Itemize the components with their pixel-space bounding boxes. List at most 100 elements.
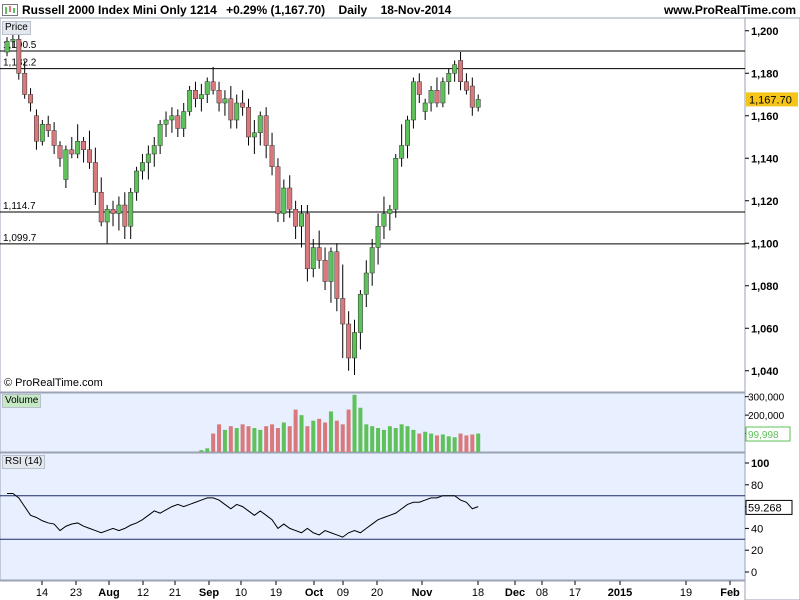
candle-body	[145, 153, 151, 163]
candle-body	[45, 124, 51, 131]
volume-bar	[399, 424, 404, 452]
candle-body	[134, 170, 140, 193]
rsi-tick-label: 40	[751, 523, 763, 535]
candle-body	[98, 192, 104, 223]
candle-body	[334, 251, 340, 299]
candle-body	[281, 187, 287, 214]
x-tick-label: 2015	[608, 587, 632, 599]
candle-body	[234, 102, 240, 121]
candle-body	[387, 209, 393, 214]
x-tick-label: 12	[137, 587, 149, 599]
candle-body	[204, 81, 210, 95]
volume-bar	[423, 431, 428, 452]
candle-body	[287, 187, 293, 210]
candle-body	[399, 145, 405, 159]
candle-body	[63, 149, 69, 180]
candle-body	[434, 90, 440, 104]
volume-bar	[393, 428, 398, 452]
x-tick-label: Feb	[720, 587, 740, 599]
volume-tick-label: 200,000	[748, 411, 785, 422]
candle-body	[357, 294, 363, 333]
x-tick-label: 19	[680, 587, 692, 599]
candle-body	[463, 81, 469, 91]
volume-bar	[470, 434, 475, 452]
candle-body	[10, 39, 16, 42]
candle-body	[51, 130, 57, 146]
candle-body	[269, 145, 275, 167]
chart-type-icon[interactable]	[2, 4, 18, 16]
volume-bar	[376, 428, 381, 452]
candle-body	[322, 260, 328, 282]
price-change: +0.29% (1,167.70)	[226, 3, 326, 17]
x-tick-label: 23	[70, 587, 82, 599]
volume-bar	[364, 424, 369, 452]
candle-body	[157, 124, 163, 146]
volume-bar	[293, 409, 298, 452]
candle-body	[328, 251, 334, 282]
x-tick-label: 10	[235, 587, 247, 599]
candle-body	[440, 81, 446, 104]
price-tick-label: 1,080	[751, 281, 779, 293]
timeframe: Daily	[338, 3, 368, 17]
candle-body	[39, 124, 45, 142]
candle-body	[216, 90, 222, 104]
candle-body	[458, 60, 463, 82]
x-tick-label: Dec	[505, 587, 525, 599]
candle-body	[346, 323, 352, 359]
volume-bar	[287, 426, 292, 452]
rsi-panel-tag: RSI (14)	[2, 455, 46, 469]
volume-bar	[258, 429, 263, 452]
price-panel-tag: Price	[2, 21, 31, 35]
last-volume-label: 99,998	[748, 430, 779, 441]
candle-body	[405, 119, 410, 146]
chart-canvas: 1,200 1,180 1,160 1,140 1,120 1,100 1,080 1,060…	[0, 17, 800, 600]
price-tick-label: 1,180	[751, 68, 779, 80]
volume-bar	[252, 428, 257, 452]
volume-bar	[222, 429, 227, 452]
volume-bar	[381, 429, 386, 452]
volume-bar	[434, 435, 439, 452]
candle-body	[34, 115, 39, 142]
last-price-label: 1,167.70	[749, 94, 792, 106]
level-label: 1,099.7	[3, 233, 37, 244]
volume-bar	[452, 437, 457, 452]
volume-bar	[317, 418, 322, 452]
site-url[interactable]: www.ProRealTime.com	[664, 3, 796, 17]
volume-bar	[217, 424, 222, 452]
candle-body	[16, 39, 22, 74]
candle-body	[75, 141, 81, 155]
candle-body	[140, 162, 145, 172]
volume-bar	[281, 422, 286, 452]
volume-bar	[234, 428, 239, 452]
volume-bar	[334, 420, 339, 452]
volume-bar	[305, 426, 310, 452]
candle-body	[369, 247, 375, 274]
rsi-last-label: 59.268	[748, 502, 782, 514]
candle-body	[175, 115, 181, 129]
volume-bar	[323, 422, 328, 452]
chart-date: 18-Nov-2014	[380, 3, 452, 17]
volume-bar	[446, 436, 451, 452]
volume-bar	[264, 426, 269, 452]
price-tick-label: 1,160	[751, 111, 779, 123]
candle-body	[181, 111, 187, 129]
candle-body	[193, 90, 198, 99]
candle-body	[198, 94, 204, 99]
volume-bar	[275, 428, 280, 452]
candle-body	[375, 226, 381, 248]
volume-bar	[387, 426, 392, 452]
volume-bar	[411, 429, 416, 452]
volume-tick-label: 300,000	[748, 393, 785, 404]
candle-body	[393, 158, 399, 210]
volume-bar	[311, 420, 316, 452]
candle-body	[257, 115, 263, 133]
volume-bar	[370, 426, 375, 452]
volume-panel-tag: Volume	[2, 394, 42, 408]
x-tick-label: 20	[371, 587, 383, 599]
x-tick-label: Sep	[199, 587, 219, 599]
volume-bar	[405, 426, 410, 452]
candle-body	[428, 90, 434, 104]
candle-body	[263, 115, 269, 146]
price-tick-label: 1,140	[751, 153, 779, 165]
candle-body	[446, 73, 452, 82]
